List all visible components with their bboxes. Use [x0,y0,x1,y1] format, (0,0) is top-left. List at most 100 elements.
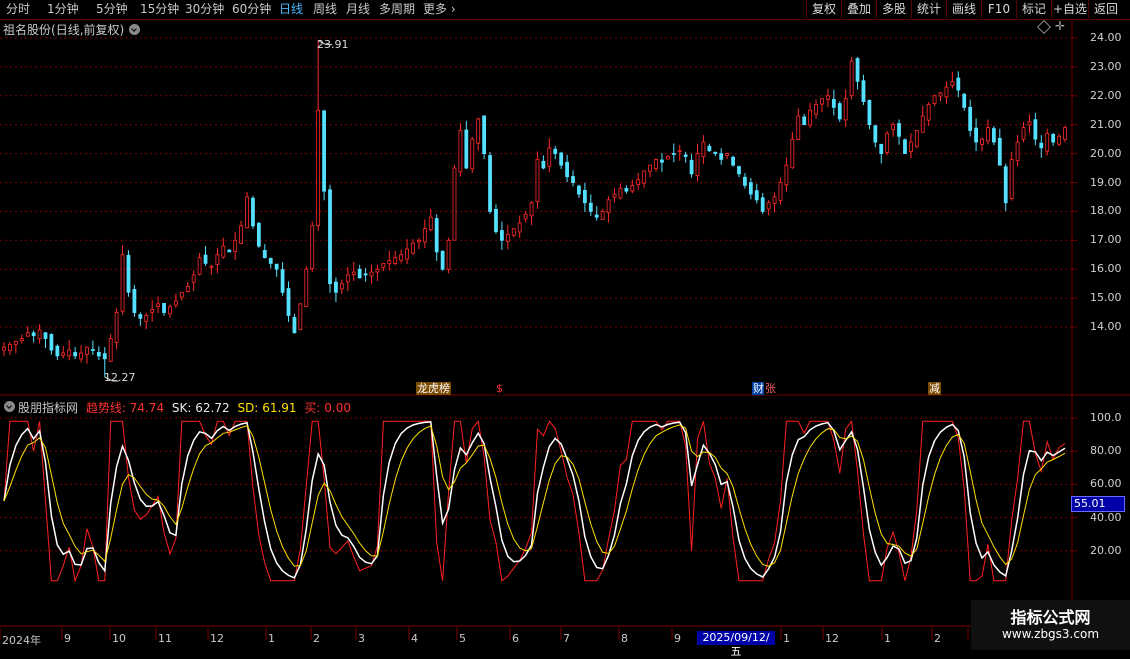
candle-body [547,147,552,167]
period-tab-weekly[interactable]: 周线 [313,1,337,18]
candle-body [8,343,12,351]
candle-body [529,202,534,217]
candle-body [262,250,267,259]
sk-value: 62.72 [195,401,230,415]
candle-body [191,274,196,283]
candle-body [339,283,344,290]
date-tick-label: 10 [112,632,126,645]
sk-label: SK: [171,401,192,415]
candle-body [150,309,155,313]
candle-body [577,185,581,195]
candle-body [826,95,830,100]
candle-body [1009,158,1014,199]
candle-body [885,132,890,153]
period-tab-15min[interactable]: 15分钟 [140,1,179,18]
date-tick-label: 2024年 [2,634,41,647]
candle-body [334,281,338,293]
period-tab-5min[interactable]: 5分钟 [96,1,128,18]
date-tick-label: 5 [459,632,466,645]
event-marker[interactable]: $ [495,382,504,395]
candle-body [571,176,575,183]
overlay-button[interactable]: 叠加 [841,0,876,18]
candle-body [381,263,386,268]
candle-body [440,250,445,270]
candle-body [748,182,753,195]
period-tab-timeshare[interactable]: 分时 [6,1,30,18]
indicator-name: 股朋指标网 [18,401,79,415]
candle-body [144,315,149,322]
date-tick-label: 2 [313,632,320,645]
candle-body [849,60,854,96]
watermark-title: 指标公式网 [1010,608,1091,627]
candle-body [944,86,949,98]
multi-stock-button[interactable]: 多股 [876,0,911,18]
mark-button[interactable]: 标记 [1016,0,1051,18]
candle-body [499,230,504,241]
candle-body [778,182,783,201]
candle-body [665,156,670,160]
candle-body [1039,142,1044,149]
period-tab-30min[interactable]: 30分钟 [185,1,224,18]
candle-body [292,317,297,334]
chevron-right-icon: › [447,2,456,16]
candle-body [85,346,89,355]
candle-body [725,153,730,156]
date-tick-label: 11 [158,632,172,645]
candle-body [677,150,682,153]
candle-body [31,332,36,337]
candle-body [1057,135,1061,145]
candle-body [428,216,433,231]
period-tab-more[interactable]: 更多 › [423,1,456,18]
period-tab-daily[interactable]: 日线 [279,1,303,18]
candle-body [606,199,611,214]
period-tab-1min[interactable]: 1分钟 [47,1,79,18]
candle-body [156,303,161,307]
candle-body [1003,166,1008,204]
price-tick-label: 18.00 [1090,204,1122,218]
candle-body [470,138,475,170]
candle-body [399,254,404,261]
candle-body [855,58,860,82]
candle-body [162,303,166,313]
adjust-button[interactable]: 复权 [806,0,841,18]
candle-body [328,189,332,285]
price-tick-label: 19.00 [1090,175,1122,189]
candle-body [654,158,658,170]
low-price-label: 12.27 [104,371,136,384]
candle-body [713,151,718,154]
add-watchlist-button[interactable]: +自选 [1051,0,1088,18]
period-tab-monthly[interactable]: 月线 [346,1,370,18]
period-tab-multi[interactable]: 多周期 [379,1,415,18]
candle-body [405,248,409,260]
candle-body [962,93,967,108]
candle-body [280,269,285,293]
period-tab-60min[interactable]: 60分钟 [232,1,271,18]
event-marker[interactable]: 减 [928,382,941,395]
candle-body [1015,141,1020,162]
candle-body [820,98,824,105]
candle-body [173,300,178,306]
event-marker[interactable]: 龙虎榜 [416,382,451,395]
event-marker[interactable]: 张 [764,382,777,395]
candle-body [790,138,795,169]
candle-body [523,213,528,220]
indicator-tick-label: 40.00 [1090,510,1122,524]
indicator-menu-icon[interactable] [4,401,15,412]
high-price-label: 23.91 [317,38,349,51]
kline-chart[interactable] [0,19,1130,650]
sd-label: SD: [237,401,259,415]
date-tick-label: 3 [358,632,365,645]
candle-body [37,329,42,340]
draw-line-button[interactable]: 画线 [946,0,981,18]
candle-body [772,196,777,204]
statistics-button[interactable]: 统计 [911,0,946,18]
date-tick-label: 2 [934,632,941,645]
candle-body [434,218,439,253]
candle-body [559,152,564,166]
f10-button[interactable]: F10 [981,0,1016,18]
back-button[interactable]: 返回 [1088,0,1123,18]
date-tick-label: 9 [64,632,71,645]
candle-body [914,130,919,147]
candle-body [43,332,48,339]
trend-label: 趋势线: [85,401,126,415]
